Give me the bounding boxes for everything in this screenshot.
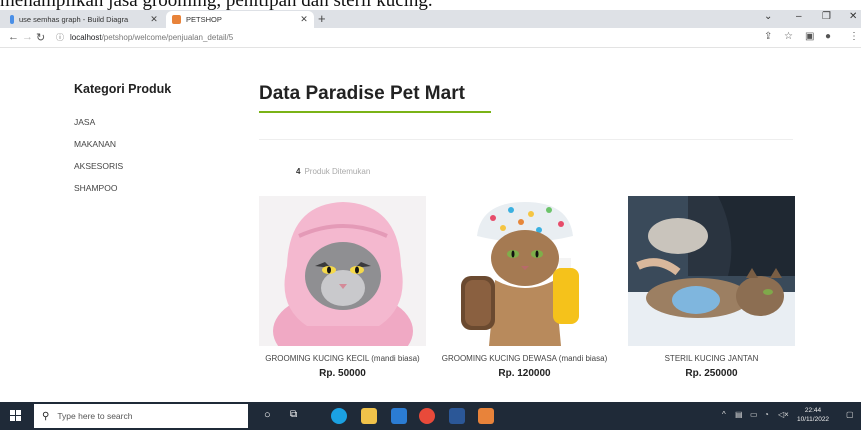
product-price: Rp. 250000: [685, 368, 738, 379]
tab-title: use semhas graph - Build Diagra: [19, 15, 129, 24]
products-found-count: 4: [296, 167, 301, 176]
petshop-favicon-icon: [172, 15, 181, 24]
diagram-favicon-icon: [10, 15, 14, 24]
sidebar-title: Kategori Produk: [74, 82, 172, 96]
browser-tab-bar: use semhas graph - Build Diagra ✕ PETSHO…: [0, 10, 861, 28]
title-underline: [259, 111, 491, 113]
product-name: GROOMING KUCING DEWASA (mandi biasa): [441, 354, 608, 363]
cat-at-vet-image[interactable]: [628, 196, 795, 346]
windows-taskbar: ⚲ Type here to search ○ ⧉ ^ ▤ ▭ ◔ ◁× 22:…: [0, 402, 861, 430]
clock-date: 10/11/2022: [797, 416, 830, 423]
cat-in-pink-towel-image[interactable]: [259, 196, 426, 346]
new-tab-icon[interactable]: +: [318, 12, 326, 26]
info-icon[interactable]: ⓘ: [56, 32, 64, 43]
browser-tab-diagram[interactable]: use semhas graph - Build Diagra ✕: [4, 11, 164, 28]
product-price: Rp. 120000: [498, 368, 551, 379]
products-found-label: Produk Ditemukan: [304, 167, 371, 176]
profile-icon[interactable]: ●: [825, 31, 831, 42]
product-price: Rp. 50000: [319, 368, 366, 379]
maximize-icon[interactable]: ❐: [822, 11, 831, 22]
wifi-icon[interactable]: ◔: [764, 410, 769, 419]
task-view-icon[interactable]: ⧉: [290, 409, 306, 425]
network-icon[interactable]: ▤: [735, 410, 743, 419]
search-icon: ⚲: [42, 410, 50, 422]
url-host: localhost: [70, 33, 102, 42]
share-icon[interactable]: ⇪: [764, 31, 772, 42]
category-jasa[interactable]: JASA: [74, 117, 95, 127]
product-name: GROOMING KUCING KECIL (mandi biasa): [265, 354, 420, 363]
minimize-icon[interactable]: –: [796, 11, 802, 22]
product-card[interactable]: STERIL KUCING JANTAN Rp. 250000: [628, 196, 795, 379]
tab-title: PETSHOP: [186, 15, 222, 24]
forward-arrow-icon[interactable]: →: [22, 31, 33, 43]
product-card[interactable]: GROOMING KUCING DEWASA (mandi biasa) Rp.…: [441, 196, 608, 379]
divider: [259, 139, 793, 140]
close-icon[interactable]: ✕: [148, 14, 160, 25]
windows-start-icon[interactable]: [10, 410, 22, 422]
file-explorer-icon[interactable]: [361, 408, 377, 424]
back-arrow-icon[interactable]: ←: [8, 31, 19, 43]
browser-address-bar: ← → ↻ ⓘ localhost/petshop/welcome/penjua…: [0, 28, 861, 48]
browser-tab-petshop[interactable]: PETSHOP ✕: [166, 11, 314, 28]
product-name: STERIL KUCING JANTAN: [664, 354, 759, 363]
products-found-text: 4 Produk Ditemukan: [296, 167, 370, 176]
cortana-icon[interactable]: ○: [264, 409, 280, 425]
category-shampoo[interactable]: SHAMPOO: [74, 183, 117, 193]
url-input[interactable]: ⓘ localhost/petshop/welcome/penjualan_de…: [50, 30, 750, 45]
product-card[interactable]: GROOMING KUCING KECIL (mandi biasa) Rp. …: [259, 196, 426, 379]
page-title: Data Paradise Pet Mart: [259, 83, 465, 104]
close-icon[interactable]: ✕: [298, 14, 310, 25]
chevron-up-icon[interactable]: ^: [722, 410, 726, 419]
store-icon[interactable]: [391, 408, 407, 424]
reload-icon[interactable]: ↻: [36, 31, 45, 44]
category-aksesoris[interactable]: AKSESORIS: [74, 161, 123, 171]
chevron-down-icon[interactable]: ⌄: [764, 11, 772, 22]
word-icon[interactable]: [449, 408, 465, 424]
volume-icon[interactable]: ◁×: [778, 410, 789, 419]
page-content: Kategori Produk JASA MAKANAN AKSESORIS S…: [0, 49, 861, 402]
category-makanan[interactable]: MAKANAN: [74, 139, 116, 149]
search-placeholder: Type here to search: [57, 411, 133, 421]
star-icon[interactable]: ☆: [784, 31, 793, 42]
xampp-icon[interactable]: [478, 408, 494, 424]
clock-time: 22:44: [804, 407, 822, 414]
chrome-icon[interactable]: [419, 408, 435, 424]
url-path: /petshop/welcome/penjualan_detail/5: [101, 33, 234, 42]
cat-with-shower-cap-image[interactable]: [441, 196, 608, 346]
menu-icon[interactable]: ⋮: [849, 31, 859, 42]
edge-icon[interactable]: [331, 408, 347, 424]
notification-icon[interactable]: ▢: [846, 410, 854, 419]
system-clock[interactable]: 22:44 10/11/2022: [797, 406, 829, 424]
battery-icon[interactable]: ▭: [750, 410, 758, 419]
window-close-icon[interactable]: ✕: [849, 11, 857, 22]
taskbar-search-input[interactable]: ⚲ Type here to search: [34, 404, 248, 428]
side-panel-icon[interactable]: ▣: [805, 31, 814, 42]
